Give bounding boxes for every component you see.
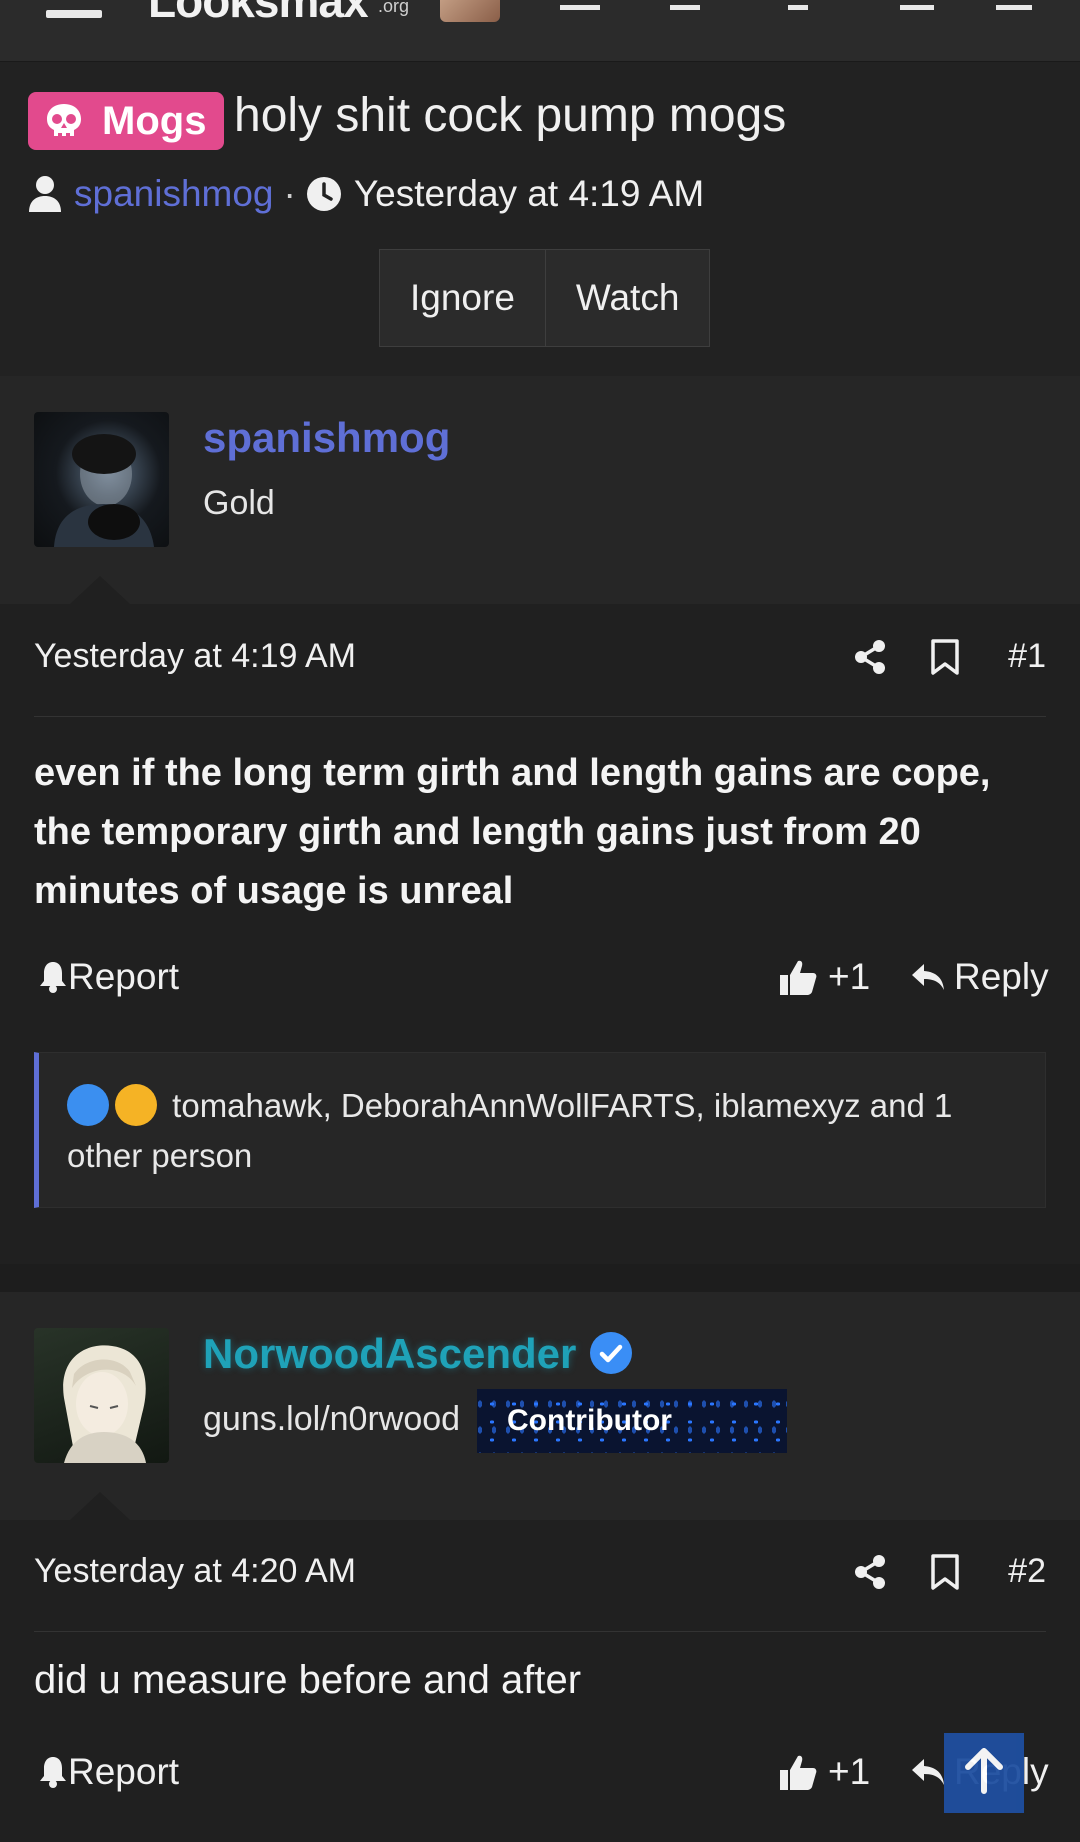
reactions-bar[interactable]: tomahawk, DeborahAnnWollFARTS, iblamexyz… [34, 1052, 1046, 1208]
share-icon[interactable] [853, 639, 887, 675]
logo-suffix: .org [378, 0, 410, 16]
post-message: did u measure before and after [34, 1658, 582, 1702]
thread-author-link[interactable]: spanishmog [74, 173, 274, 215]
post-body: Yesterday at 4:20 AM #2 did u measure be… [0, 1520, 1080, 1842]
user-icon [29, 176, 61, 212]
bell-icon [40, 1757, 66, 1788]
meta-separator: · [283, 173, 296, 214]
logo-text: Looksmax [148, 0, 369, 27]
menu-icon[interactable] [46, 10, 102, 18]
report-label: Report [68, 956, 180, 997]
prefix-label: Mogs [102, 99, 207, 143]
like-button[interactable]: +1 [778, 952, 870, 1002]
reply-icon [912, 964, 944, 990]
thumbs-up-icon [780, 1755, 817, 1790]
top-navigation-bar: Looksmax .org [0, 0, 1080, 62]
report-link[interactable]: Report [38, 1747, 179, 1797]
post-1: spanishmog Gold Yesterday at 4:19 AM #1 … [0, 376, 1080, 1264]
avatar[interactable] [34, 1328, 169, 1463]
post-number[interactable]: #1 [1008, 637, 1046, 676]
username-text: NorwoodAscender [203, 1330, 577, 1377]
post-date[interactable]: Yesterday at 4:20 AM [34, 1552, 356, 1591]
account-avatar[interactable] [440, 0, 500, 22]
post-pointer [70, 576, 130, 604]
bell-icon [40, 962, 66, 993]
like-button[interactable]: +1 [778, 1747, 870, 1797]
verified-icon [590, 1331, 633, 1374]
post-number[interactable]: #2 [1008, 1552, 1046, 1591]
contributor-banner: Contributor [477, 1389, 787, 1453]
post-user-block: NorwoodAscender guns.lol/n0rwood Contrib… [0, 1292, 1080, 1520]
user-title[interactable]: guns.lol/n0rwood [203, 1400, 460, 1439]
avatar-image [54, 434, 154, 547]
report-label: Report [68, 1751, 180, 1792]
avatar[interactable] [34, 412, 169, 547]
bookmark-icon[interactable] [930, 638, 960, 676]
post-body: Yesterday at 4:19 AM #1 even if the long… [0, 604, 1080, 1264]
inbox-icon[interactable] [560, 0, 600, 10]
thread-title: holy shit cock pump mogs [234, 89, 787, 142]
like-count: +1 [828, 1751, 871, 1792]
site-logo[interactable]: Looksmax [148, 0, 369, 28]
search-icon[interactable] [996, 0, 1032, 10]
post-pointer [70, 1492, 130, 1520]
reply-label: Reply [954, 956, 1049, 997]
thread-meta: spanishmog · Yesterday at 4:19 AM [28, 170, 704, 218]
scroll-to-top-button[interactable] [944, 1733, 1024, 1813]
like-reaction-icon [67, 1084, 109, 1127]
skull-icon [47, 104, 81, 136]
post-actions: Report +1 Reply [34, 952, 1049, 1002]
like-count: +1 [828, 956, 871, 997]
banner-label: Contributor [507, 1404, 672, 1437]
thinking-reaction-icon [115, 1084, 157, 1127]
post-date[interactable]: Yesterday at 4:19 AM [34, 637, 356, 676]
user-title: Gold [203, 484, 275, 522]
thread-prefix-badge[interactable]: Mogs [28, 92, 225, 150]
share-icon[interactable] [853, 1554, 887, 1590]
clock-icon [306, 177, 341, 211]
reactions-list[interactable]: tomahawk, DeborahAnnWollFARTS, iblamexyz… [67, 1087, 952, 1174]
reply-icon [912, 1759, 944, 1785]
reply-button[interactable]: Reply [910, 952, 1049, 1002]
post-username[interactable]: spanishmog [203, 414, 450, 462]
post-actions: Report +1 Reply [34, 1747, 1049, 1797]
compose-icon[interactable] [788, 0, 808, 10]
arrow-up-icon [965, 1748, 1003, 1794]
thumbs-up-icon [780, 960, 817, 995]
report-link[interactable]: Report [38, 952, 179, 1002]
post-separator [0, 1264, 1080, 1292]
divider [34, 1631, 1046, 1632]
post-message: even if the long term girth and length g… [34, 752, 991, 912]
chat-icon[interactable] [900, 0, 934, 10]
post-2: NorwoodAscender guns.lol/n0rwood Contrib… [0, 1292, 1080, 1842]
post-username[interactable]: NorwoodAscender [203, 1330, 633, 1378]
avatar-image [63, 1345, 146, 1463]
watch-button[interactable]: Watch [544, 250, 709, 346]
divider [34, 716, 1046, 717]
ignore-button[interactable]: Ignore [380, 250, 545, 346]
thread-action-buttons: Ignore Watch [379, 249, 711, 347]
thread-time[interactable]: Yesterday at 4:19 AM [354, 173, 704, 215]
bookmark-icon[interactable] [930, 1553, 960, 1591]
post-user-block: spanishmog Gold [0, 376, 1080, 604]
bell-icon[interactable] [670, 0, 700, 10]
